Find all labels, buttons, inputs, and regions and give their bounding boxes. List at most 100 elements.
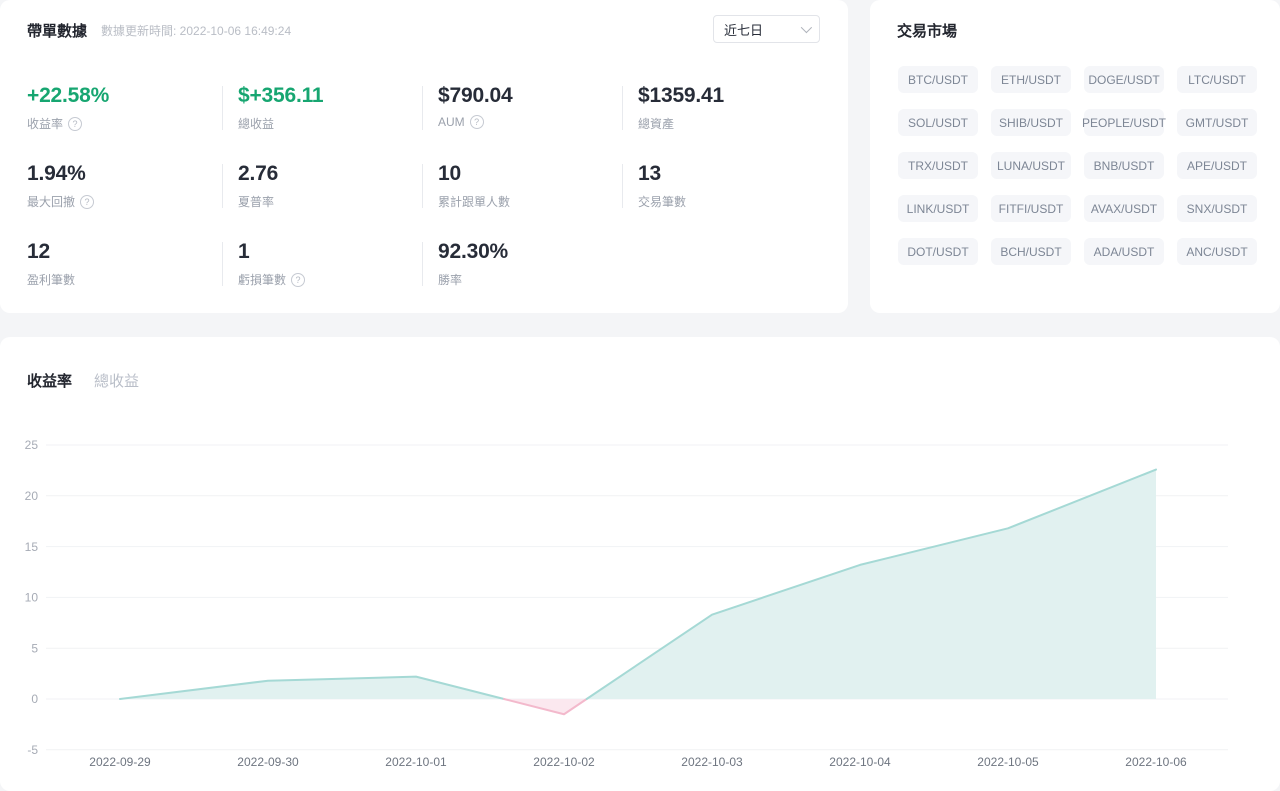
market-pair-chip[interactable]: BTC/USDT <box>898 66 978 93</box>
market-pair-chip[interactable]: PEOPLE/USDT <box>1082 109 1166 136</box>
stat-divider <box>422 86 423 130</box>
svg-text:2022-10-04: 2022-10-04 <box>829 755 891 769</box>
svg-text:0: 0 <box>31 692 38 706</box>
market-pair-chip[interactable]: SOL/USDT <box>898 109 978 136</box>
stat-cell: 1 虧損筆數? <box>222 240 422 318</box>
stat-cell: +22.58% 收益率? <box>27 84 222 162</box>
stat-value: 10 <box>438 162 461 185</box>
stat-label-text: 交易筆數 <box>638 195 687 209</box>
stat-value: 12 <box>27 240 50 263</box>
svg-text:2022-10-05: 2022-10-05 <box>977 755 1039 769</box>
market-pair-chip[interactable]: TRX/USDT <box>898 152 978 179</box>
stat-divider <box>622 164 623 208</box>
market-pair-chip[interactable]: LINK/USDT <box>898 195 978 222</box>
help-icon[interactable]: ? <box>68 116 83 131</box>
stat-divider <box>222 86 223 130</box>
performance-chart-card: 收益率 總收益 25 20 15 10 5 0 -5 2022-09-29 2022-09-30 2… <box>0 337 1280 791</box>
lead-trading-stats-card: 帶單數據 數據更新時間: 2022-10-06 16:49:24 近七日 +22… <box>0 0 848 313</box>
svg-text:-5: -5 <box>27 743 38 757</box>
market-pair-chip[interactable]: LTC/USDT <box>1177 66 1257 93</box>
svg-text:20: 20 <box>25 489 39 503</box>
stat-label: 虧損筆數? <box>238 271 422 288</box>
market-pair-chip[interactable]: BNB/USDT <box>1084 152 1164 179</box>
stat-label-text: 總資產 <box>638 117 675 131</box>
stat-value: 2.76 <box>238 162 279 185</box>
period-select-value: 近七日 <box>724 22 764 38</box>
market-pair-chip[interactable]: ANC/USDT <box>1177 238 1257 265</box>
stat-cell: $+356.11 總收益 <box>222 84 422 162</box>
help-icon[interactable]: ? <box>291 272 306 287</box>
market-pair-chip[interactable]: SHIB/USDT <box>991 109 1071 136</box>
stat-label-text: 收益率 <box>27 117 64 131</box>
markets-card-title: 交易市場 <box>897 23 958 40</box>
help-icon[interactable]: ? <box>469 115 484 129</box>
stats-card-title: 帶單數據 <box>27 23 88 40</box>
stat-cell: 92.30% 勝率 <box>422 240 622 318</box>
stat-divider <box>422 242 423 286</box>
market-pair-chip[interactable]: DOT/USDT <box>898 238 978 265</box>
help-icon[interactable]: ? <box>80 194 95 209</box>
stat-label-text: 虧損筆數 <box>238 273 287 287</box>
svg-text:10: 10 <box>25 591 39 605</box>
stat-label: 最大回撤? <box>27 193 222 210</box>
trading-markets-card: 交易市場 BTC/USDT ETH/USDT DOGE/USDT LTC/USDT SO… <box>870 0 1280 313</box>
stat-label-text: 總收益 <box>238 117 275 131</box>
stat-cell: 10 累計跟單人數 <box>422 162 622 240</box>
stat-cell: 12 盈利筆數 <box>27 240 222 318</box>
market-pair-chip[interactable]: SNX/USDT <box>1177 195 1257 222</box>
stat-cell: $790.04 AUM? <box>422 84 622 162</box>
stat-label: 總收益 <box>238 115 422 132</box>
stat-label-text: 累計跟單人數 <box>438 195 511 209</box>
stat-label: 累計跟單人數 <box>438 193 622 210</box>
stat-label-text: 勝率 <box>438 273 463 287</box>
period-select[interactable]: 近七日 <box>713 15 820 43</box>
stat-value: $+356.11 <box>238 84 324 107</box>
stat-label-text: AUM <box>438 115 465 129</box>
stat-label: AUM? <box>438 115 622 129</box>
stat-label-text: 盈利筆數 <box>27 273 76 287</box>
data-update-time: 數據更新時間: 2022-10-06 16:49:24 <box>101 24 292 38</box>
market-pair-chip[interactable]: LUNA/USDT <box>991 152 1071 179</box>
svg-text:2022-09-30: 2022-09-30 <box>237 755 299 769</box>
stats-grid: +22.58% 收益率? $+356.11 總收益 $790.04 AUM? $1359.4… <box>27 84 828 318</box>
chevron-down-icon <box>800 21 813 34</box>
stat-divider <box>622 86 623 130</box>
stat-label: 盈利筆數 <box>27 271 222 288</box>
stat-cell: 13 交易筆數 <box>622 162 828 240</box>
stat-label-text: 最大回撤 <box>27 195 76 209</box>
stat-divider <box>222 242 223 286</box>
stat-divider <box>422 164 423 208</box>
stat-value: 92.30% <box>438 240 509 263</box>
market-pair-chip[interactable]: ADA/USDT <box>1084 238 1164 265</box>
svg-text:2022-10-06: 2022-10-06 <box>1125 755 1187 769</box>
market-pair-chip[interactable]: FITFI/USDT <box>991 195 1071 222</box>
market-pair-chip[interactable]: AVAX/USDT <box>1084 195 1164 222</box>
stat-value: 1.94% <box>27 162 86 185</box>
stat-cell: $1359.41 總資產 <box>622 84 828 162</box>
market-pair-chip[interactable]: DOGE/USDT <box>1084 66 1164 93</box>
svg-text:5: 5 <box>31 641 38 655</box>
stat-label-text: 夏普率 <box>238 195 275 209</box>
svg-text:25: 25 <box>25 438 39 452</box>
market-pair-chip[interactable]: APE/USDT <box>1177 152 1257 179</box>
svg-text:2022-10-01: 2022-10-01 <box>385 755 447 769</box>
market-pair-chip[interactable]: ETH/USDT <box>991 66 1071 93</box>
svg-text:2022-10-02: 2022-10-02 <box>533 755 595 769</box>
svg-text:2022-10-03: 2022-10-03 <box>681 755 743 769</box>
stat-label: 勝率 <box>438 271 622 288</box>
stat-value: 1 <box>238 240 250 263</box>
market-pairs-grid: BTC/USDT ETH/USDT DOGE/USDT LTC/USDT SOL/USD… <box>898 66 1257 265</box>
stat-value: 13 <box>638 162 661 185</box>
stat-label: 交易筆數 <box>638 193 828 210</box>
market-pair-chip[interactable]: BCH/USDT <box>991 238 1071 265</box>
market-pair-chip[interactable]: GMT/USDT <box>1177 109 1257 136</box>
stat-value: +22.58% <box>27 84 110 107</box>
stat-divider <box>222 164 223 208</box>
stat-label: 收益率? <box>27 115 222 132</box>
stat-value: $1359.41 <box>638 84 724 107</box>
return-rate-area-chart: 25 20 15 10 5 0 -5 2022-09-29 2022-09-30 2022-10-… <box>25 438 1228 769</box>
svg-text:2022-09-29: 2022-09-29 <box>89 755 151 769</box>
stat-cell: 1.94% 最大回撤? <box>27 162 222 240</box>
stat-cell: 2.76 夏普率 <box>222 162 422 240</box>
svg-text:15: 15 <box>25 540 39 554</box>
